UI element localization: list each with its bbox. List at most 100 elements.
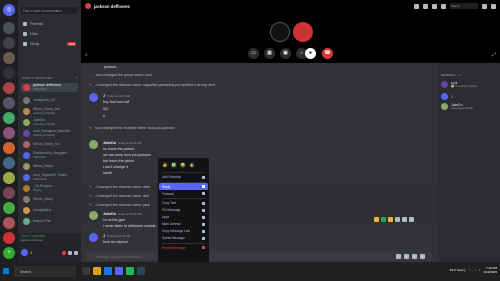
gear-icon[interactable] [74, 250, 78, 255]
menu-mark-unread[interactable]: Mark Unread [159, 221, 208, 228]
emoji-icon[interactable] [420, 254, 425, 259]
help-icon[interactable] [491, 3, 496, 9]
author-avatar[interactable] [89, 93, 98, 102]
menu-reply[interactable]: Reply [159, 183, 208, 190]
participant-avatar[interactable] [293, 22, 313, 42]
member-item[interactable]: J [441, 93, 453, 100]
nav-shop[interactable]: Shop NEW [21, 40, 78, 48]
server-icon[interactable] [3, 157, 15, 169]
task-view-icon[interactable] [82, 267, 90, 275]
server-icon[interactable] [3, 22, 15, 34]
more-icon[interactable] [409, 217, 414, 222]
dm-item[interactable]: jackson deffoores 3 Members [21, 83, 78, 92]
menu-pin-message[interactable]: Pin Message [159, 207, 208, 214]
author-name[interactable]: J [103, 234, 105, 238]
chevron-up-icon[interactable]: ⌃ [469, 268, 472, 272]
participant-avatar[interactable] [270, 22, 290, 42]
taskbar-search[interactable]: Search [14, 266, 76, 277]
menu-apps[interactable]: Apps [159, 214, 208, 221]
mute-icon[interactable] [62, 250, 66, 255]
gif-icon[interactable] [404, 254, 409, 259]
dm-item[interactable]: Mason Fitz [21, 217, 78, 226]
headphones-icon[interactable] [68, 250, 72, 255]
dm-item[interactable]: chrisjacob_83 [21, 96, 78, 105]
server-icon[interactable] [3, 172, 15, 184]
inbox-icon[interactable] [482, 3, 487, 9]
spotify-icon[interactable] [126, 267, 134, 275]
server-icon[interactable] [3, 82, 15, 94]
author-avatar[interactable] [89, 140, 98, 149]
create-dm-icon[interactable]: + [76, 75, 78, 80]
server-icon[interactable] [3, 67, 15, 79]
add-server-icon[interactable]: + [3, 247, 15, 259]
author-name[interactable]: JokeDn [103, 212, 116, 216]
members-icon[interactable] [441, 3, 446, 9]
server-icon[interactable] [3, 37, 15, 49]
author-name[interactable]: JokeDn [103, 141, 116, 145]
activity-button[interactable]: ▦ [264, 48, 275, 59]
menu-copy-link[interactable]: Copy Message Link [159, 228, 208, 235]
weather-widget[interactable]: 62°F Sunny [450, 268, 466, 272]
camera-button[interactable]: ▭ [248, 48, 259, 59]
dm-item[interactable]: tomdyfallus [21, 206, 78, 215]
author-name[interactable]: J [103, 94, 105, 98]
dm-item[interactable]: JokeDn Listening to Spotify [21, 118, 78, 127]
dm-item[interactable]: Whos_Nicky [21, 162, 78, 171]
emoji-react-icon[interactable] [374, 217, 379, 222]
menu-add-reaction[interactable]: Add Reaction [159, 174, 208, 181]
chrome-icon[interactable] [104, 267, 112, 275]
member-item[interactable]: soul ✅ Listening to Spotify [441, 81, 477, 88]
menu-speak-message[interactable]: Speak Message [159, 235, 208, 242]
dm-item[interactable]: _Tu Rmano Playing [21, 184, 78, 193]
add-reaction-icon[interactable] [395, 217, 400, 222]
menu-forward[interactable]: Forward [159, 190, 208, 197]
add-member-icon[interactable] [432, 3, 437, 9]
message-input[interactable]: Message @jackson deffoores [86, 252, 432, 261]
discord-app-icon[interactable] [115, 267, 123, 275]
dm-item[interactable]: Whos_Nicky_boi [21, 140, 78, 149]
steam-icon[interactable] [137, 267, 145, 275]
volume-icon[interactable]: ◖ [479, 268, 481, 272]
dm-item[interactable]: soul_Signer00, Raidl... 4 Members [21, 173, 78, 182]
menu-copy-text[interactable]: Copy Text [159, 200, 208, 207]
search-icon[interactable]: ⌕ [85, 52, 88, 58]
server-icon[interactable] [3, 127, 15, 139]
quick-reaction-emoji[interactable]: 👍 [162, 162, 168, 168]
file-explorer-icon[interactable] [93, 267, 101, 275]
clock[interactable]: 7:10 PM 2/19/2025 [484, 266, 497, 274]
member-item[interactable]: JokeDn Listening to Spotify [441, 103, 473, 110]
search-input[interactable]: Search [450, 3, 478, 9]
dm-item[interactable]: Whos_Nicky [21, 195, 78, 204]
pin-icon[interactable] [423, 3, 428, 9]
server-icon[interactable] [3, 97, 15, 109]
server-icon[interactable] [3, 142, 15, 154]
nav-friends[interactable]: Friends [21, 20, 78, 28]
server-icon[interactable] [3, 112, 15, 124]
share-screen-button[interactable]: ▣ [280, 48, 291, 59]
author-avatar[interactable] [89, 211, 98, 220]
quick-reaction-emoji[interactable]: ✅ [171, 162, 177, 168]
gift-icon[interactable] [396, 254, 401, 259]
emoji-react-icon[interactable] [381, 217, 386, 222]
server-icon[interactable] [3, 52, 15, 64]
dm-item[interactable]: Whos_Nicky_boi Listening to Spotify [21, 107, 78, 116]
menu-report-message[interactable]: Report Message [159, 244, 208, 251]
nav-nitro[interactable]: Nitro [21, 30, 78, 38]
sticker-icon[interactable] [412, 254, 417, 259]
fullscreen-icon[interactable]: ⤢ [492, 52, 496, 58]
windows-start-icon[interactable] [3, 268, 9, 274]
call-icon[interactable] [414, 3, 419, 9]
wifi-icon[interactable]: ◔ [474, 268, 476, 272]
emoji-react-icon[interactable] [388, 217, 393, 222]
microphone-button[interactable]: ● [305, 48, 316, 59]
disconnect-button[interactable]: ☎ [322, 48, 333, 59]
quick-reaction-emoji[interactable]: 😂 [180, 162, 186, 168]
dm-item[interactable]: soul_Mangers_Aokoblo Listening to Spotify [21, 129, 78, 138]
server-icon[interactable] [3, 232, 15, 244]
discord-home-icon[interactable]: ◎ [3, 4, 15, 16]
server-icon[interactable] [3, 202, 15, 214]
reply-icon[interactable] [402, 217, 407, 222]
dm-item[interactable]: Raidlemoily, Margare... 3 Members [21, 151, 78, 160]
author-avatar[interactable] [89, 233, 98, 242]
user-avatar[interactable] [21, 249, 28, 256]
